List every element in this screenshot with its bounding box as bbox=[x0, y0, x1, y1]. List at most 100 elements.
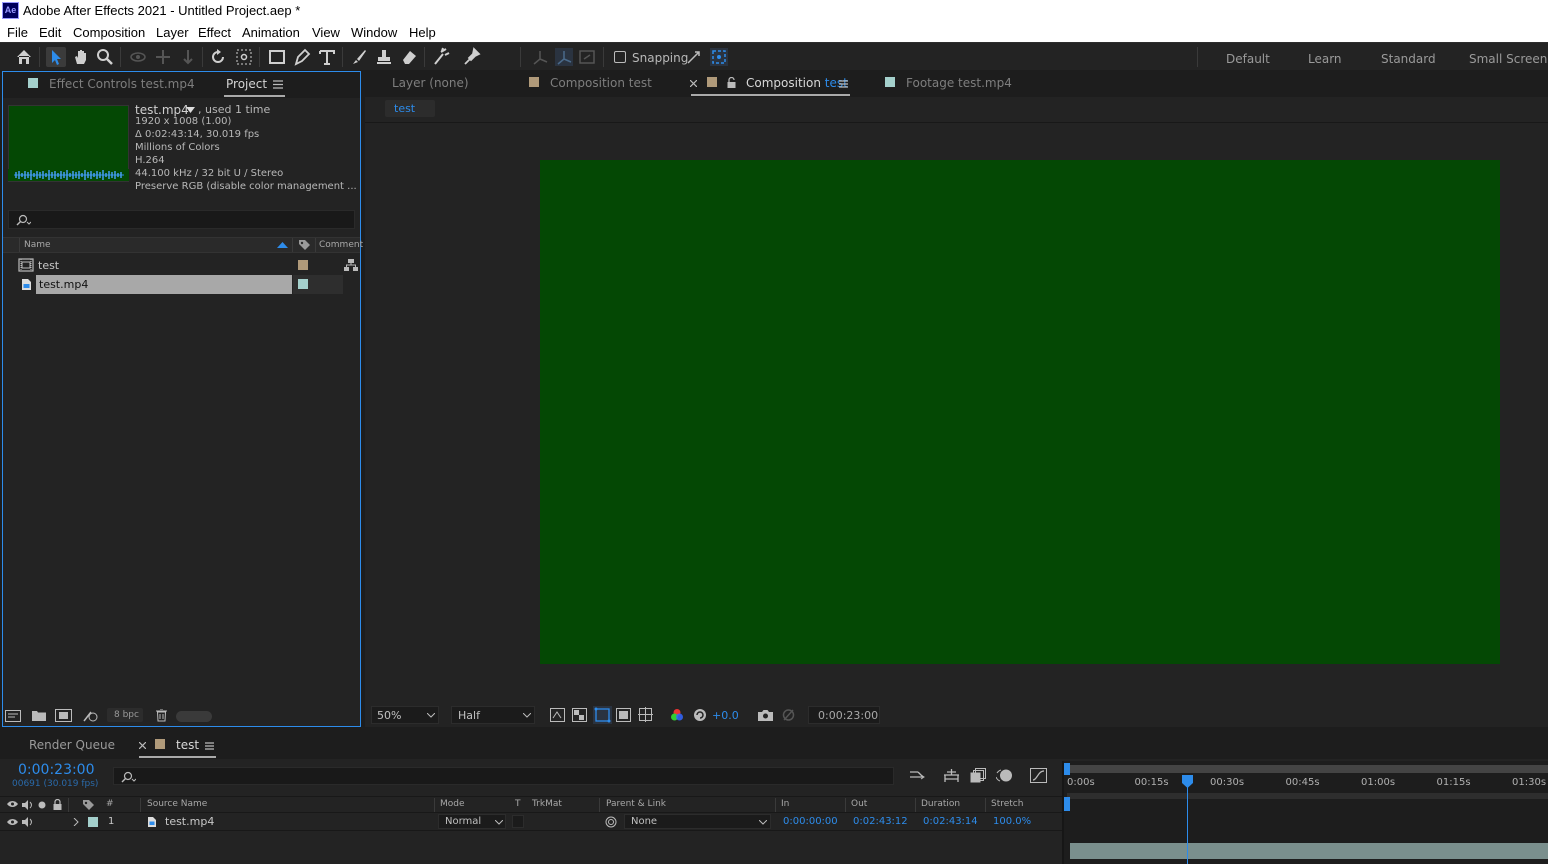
chevron-down-icon[interactable] bbox=[186, 107, 195, 113]
frame-blending-icon[interactable] bbox=[970, 768, 986, 783]
timeline-search-input[interactable] bbox=[113, 767, 894, 785]
audio-enabled-icon[interactable] bbox=[22, 817, 33, 827]
sort-ascending-icon[interactable] bbox=[277, 242, 288, 248]
layer-in-point[interactable]: 0:00:00:00 bbox=[783, 816, 838, 827]
pan-camera-icon[interactable] bbox=[153, 47, 173, 67]
grid-guides-icon[interactable] bbox=[638, 707, 653, 722]
layer-out-point[interactable]: 0:02:43:12 bbox=[853, 816, 908, 827]
panel-menu-icon[interactable] bbox=[839, 80, 848, 88]
flowchart-icon[interactable] bbox=[344, 258, 358, 272]
expand-chevron-icon[interactable] bbox=[73, 818, 79, 826]
column-mode[interactable]: Mode bbox=[440, 799, 465, 809]
tab-footage[interactable]: Footage test.mp4 bbox=[906, 76, 1012, 90]
tab-render-queue[interactable]: Render Queue bbox=[29, 738, 115, 752]
layer-stretch[interactable]: 100.0% bbox=[993, 816, 1031, 827]
column-name[interactable]: Name bbox=[24, 240, 51, 250]
rotation-tool-icon[interactable] bbox=[208, 47, 228, 67]
workspace-learn[interactable]: Learn bbox=[1308, 52, 1342, 66]
workspace-default[interactable]: Default bbox=[1226, 52, 1270, 66]
label-header-icon[interactable] bbox=[82, 799, 95, 811]
menu-edit[interactable]: Edit bbox=[39, 25, 61, 40]
menu-view[interactable]: View bbox=[312, 25, 340, 40]
puppet-pin-tool-icon[interactable] bbox=[462, 47, 482, 67]
close-icon[interactable] bbox=[690, 80, 697, 87]
work-area-start-handle[interactable] bbox=[1064, 763, 1070, 775]
menu-window[interactable]: Window bbox=[351, 25, 397, 40]
panel-menu-icon[interactable] bbox=[205, 742, 214, 750]
column-out[interactable]: Out bbox=[851, 799, 867, 809]
motion-blur-icon[interactable] bbox=[996, 768, 1013, 783]
solo-header-icon[interactable] bbox=[38, 801, 46, 809]
thumbnail-scroll-slider[interactable] bbox=[176, 711, 212, 722]
draft-3d-icon[interactable] bbox=[943, 769, 960, 783]
time-ruler[interactable]: 0:00s 00:15s 00:30s 00:45s 01:00s 01:15s… bbox=[1067, 775, 1548, 793]
snap-features-icon[interactable] bbox=[709, 47, 729, 67]
transparency-grid-icon[interactable] bbox=[572, 708, 587, 722]
parent-dropdown[interactable]: None bbox=[624, 814, 771, 829]
tab-effect-controls[interactable]: Effect Controls test.mp4 bbox=[49, 77, 195, 91]
video-toggle-header-icon[interactable] bbox=[7, 800, 18, 808]
anchor-point-tool-icon[interactable] bbox=[234, 47, 254, 67]
label-color-swatch[interactable] bbox=[298, 260, 308, 270]
layer-name[interactable]: test.mp4 bbox=[165, 815, 214, 828]
roto-brush-tool-icon[interactable] bbox=[431, 47, 451, 67]
current-time-display[interactable]: 0:00:23:00 bbox=[18, 762, 95, 778]
menu-help[interactable]: Help bbox=[409, 25, 436, 40]
snapping-checkbox[interactable] bbox=[614, 51, 626, 63]
audio-toggle-header-icon[interactable] bbox=[22, 800, 33, 810]
column-t[interactable]: T bbox=[515, 799, 521, 809]
tab-timeline-comp[interactable]: test bbox=[176, 738, 199, 752]
snap-edges-icon[interactable] bbox=[684, 47, 704, 67]
pick-whip-icon[interactable] bbox=[605, 816, 617, 828]
layer-label-swatch[interactable] bbox=[88, 817, 98, 827]
menu-file[interactable]: File bbox=[7, 25, 28, 40]
column-duration[interactable]: Duration bbox=[921, 799, 960, 809]
layer-duration-bar[interactable] bbox=[1070, 843, 1548, 859]
layer-duration[interactable]: 0:02:43:14 bbox=[923, 816, 978, 827]
comp-mini-flowchart-icon[interactable] bbox=[909, 769, 927, 783]
fast-previews-icon[interactable] bbox=[550, 708, 565, 722]
preserve-transparency-toggle[interactable] bbox=[512, 815, 524, 828]
new-folder-icon[interactable] bbox=[32, 710, 46, 721]
column-trkmat[interactable]: TrkMat bbox=[532, 799, 562, 809]
composition-frame[interactable] bbox=[540, 160, 1500, 664]
tab-layer[interactable]: Layer (none) bbox=[392, 76, 469, 90]
pen-tool-icon[interactable] bbox=[292, 47, 312, 67]
mask-path-visibility-icon[interactable] bbox=[593, 706, 612, 724]
axis-local-icon[interactable] bbox=[530, 47, 550, 67]
hand-tool-icon[interactable] bbox=[71, 47, 91, 67]
playhead-handle[interactable] bbox=[1181, 775, 1193, 788]
column-comment[interactable]: Comment bbox=[319, 240, 363, 250]
work-area-bar[interactable] bbox=[1067, 765, 1548, 773]
label-column-icon[interactable] bbox=[298, 239, 311, 251]
exposure-value[interactable]: +0.0 bbox=[712, 709, 739, 722]
channel-rgb-icon[interactable] bbox=[670, 708, 684, 722]
dolly-camera-icon[interactable] bbox=[178, 47, 198, 67]
layer-row[interactable]: 1 test.mp4 Normal None 0:00:00:00 0:02:4… bbox=[0, 813, 1062, 831]
column-source-name[interactable]: Source Name bbox=[147, 799, 207, 809]
viewer-timecode-field[interactable]: 0:00:23:00 bbox=[808, 706, 880, 724]
clone-stamp-tool-icon[interactable] bbox=[374, 47, 394, 67]
project-search-input[interactable] bbox=[8, 210, 355, 229]
orbit-camera-icon[interactable] bbox=[128, 47, 148, 67]
project-item-test-mp4[interactable]: test.mp4 bbox=[3, 275, 360, 294]
column-stretch[interactable]: Stretch bbox=[991, 799, 1023, 809]
bit-depth-button[interactable]: 8 bpc bbox=[107, 708, 143, 722]
workspace-small-screen[interactable]: Small Screen bbox=[1469, 52, 1547, 66]
lock-icon[interactable] bbox=[727, 77, 736, 88]
region-of-interest-icon[interactable] bbox=[616, 708, 631, 722]
type-tool-icon[interactable] bbox=[317, 47, 337, 67]
camera-snapshot-icon[interactable] bbox=[758, 709, 773, 721]
resolution-dropdown[interactable]: Half bbox=[451, 706, 535, 724]
graph-editor-icon[interactable] bbox=[1030, 768, 1047, 783]
close-icon[interactable] bbox=[139, 742, 146, 749]
brush-tool-icon[interactable] bbox=[349, 47, 369, 67]
project-item-test[interactable]: test bbox=[3, 256, 360, 274]
eraser-tool-icon[interactable] bbox=[399, 47, 419, 67]
workspace-standard[interactable]: Standard bbox=[1381, 52, 1436, 66]
new-composition-icon[interactable] bbox=[55, 709, 72, 722]
rectangle-tool-icon[interactable] bbox=[267, 47, 287, 67]
reset-exposure-icon[interactable] bbox=[693, 708, 707, 722]
panel-menu-icon[interactable] bbox=[273, 80, 283, 89]
home-icon[interactable] bbox=[14, 47, 34, 67]
